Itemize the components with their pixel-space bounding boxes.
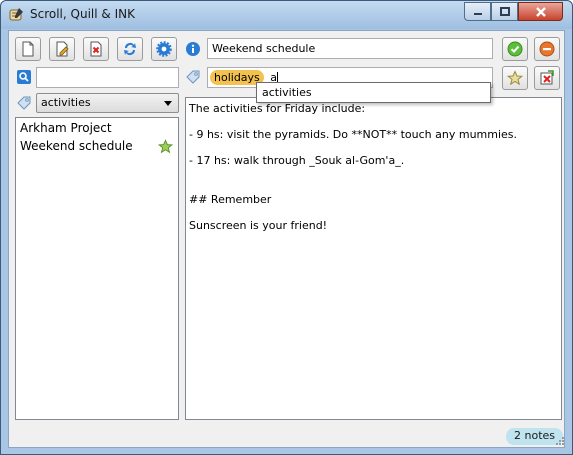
editor-line: - 9 hs: visit the pyramids. Do **NOT** t… bbox=[189, 128, 518, 141]
new-note-button[interactable] bbox=[15, 37, 41, 61]
new-document-icon bbox=[22, 41, 34, 57]
sync-button[interactable] bbox=[117, 37, 143, 61]
autocomplete-option[interactable]: activities bbox=[262, 86, 312, 99]
resize-grip-icon[interactable] bbox=[556, 437, 565, 446]
editor-line: Sunscreen is your friend! bbox=[189, 219, 328, 232]
gear-icon bbox=[156, 41, 172, 57]
delete-document-icon bbox=[90, 41, 102, 57]
window-title: Scroll, Quill & INK bbox=[30, 7, 135, 21]
maximize-icon bbox=[499, 6, 510, 16]
star-icon[interactable] bbox=[158, 139, 173, 154]
editor-line bbox=[189, 206, 558, 219]
app-logo-icon bbox=[9, 8, 23, 21]
minus-icon bbox=[539, 41, 555, 57]
title-bar[interactable]: Scroll, Quill & INK bbox=[1, 1, 572, 29]
note-editor[interactable]: The activities for Friday include: - 9 h… bbox=[185, 97, 562, 420]
editor-line: The activities for Friday include: bbox=[189, 102, 366, 115]
note-title-field[interactable]: Weekend schedule bbox=[207, 38, 493, 59]
notes-list[interactable]: Arkham Project Weekend schedule bbox=[15, 117, 179, 420]
maximize-button[interactable] bbox=[491, 2, 518, 21]
sync-icon bbox=[124, 43, 136, 56]
search-input[interactable] bbox=[36, 67, 179, 88]
note-count: 2 notes bbox=[514, 429, 556, 442]
tag-autocomplete-popup[interactable]: activities bbox=[256, 82, 491, 103]
editor-line bbox=[189, 167, 558, 180]
status-badge: 2 notes bbox=[506, 428, 564, 445]
delete-tag-icon bbox=[540, 70, 554, 85]
filter-tag-icon bbox=[17, 96, 31, 110]
note-title: Arkham Project bbox=[20, 121, 112, 135]
note-title: Weekend schedule bbox=[20, 139, 133, 153]
favorite-button[interactable] bbox=[502, 66, 528, 90]
app-window: Scroll, Quill & INK Weekend schedule hol… bbox=[0, 0, 573, 455]
list-item[interactable]: Arkham Project bbox=[20, 121, 112, 135]
close-button[interactable] bbox=[518, 2, 563, 21]
info-icon bbox=[186, 42, 200, 56]
tag-filter-dropdown[interactable]: activities bbox=[36, 93, 179, 113]
save-button[interactable] bbox=[502, 37, 528, 61]
minimize-button[interactable] bbox=[464, 2, 491, 21]
editor-line bbox=[189, 115, 558, 128]
remove-tag-button[interactable] bbox=[534, 66, 560, 90]
editor-line: - 17 hs: walk through _Souk al-Gom'a_. bbox=[189, 154, 405, 167]
editor-line bbox=[189, 180, 558, 193]
cancel-button[interactable] bbox=[534, 37, 560, 61]
star-icon bbox=[507, 70, 523, 86]
minimize-icon bbox=[473, 12, 482, 15]
list-item-selected[interactable]: Weekend schedule bbox=[20, 139, 174, 154]
tag-icon bbox=[186, 70, 200, 84]
editor-line bbox=[189, 141, 558, 154]
tag-filter-value: activities bbox=[41, 96, 91, 109]
close-icon bbox=[535, 6, 546, 17]
chevron-down-icon bbox=[164, 101, 172, 106]
check-icon bbox=[507, 41, 523, 57]
delete-note-button[interactable] bbox=[83, 37, 109, 61]
settings-button[interactable] bbox=[151, 37, 177, 61]
edit-note-button[interactable] bbox=[49, 37, 75, 61]
note-title-value: Weekend schedule bbox=[212, 42, 316, 55]
editor-line: ## Remember bbox=[189, 193, 272, 206]
edit-document-icon bbox=[56, 41, 69, 57]
search-icon bbox=[17, 70, 31, 84]
